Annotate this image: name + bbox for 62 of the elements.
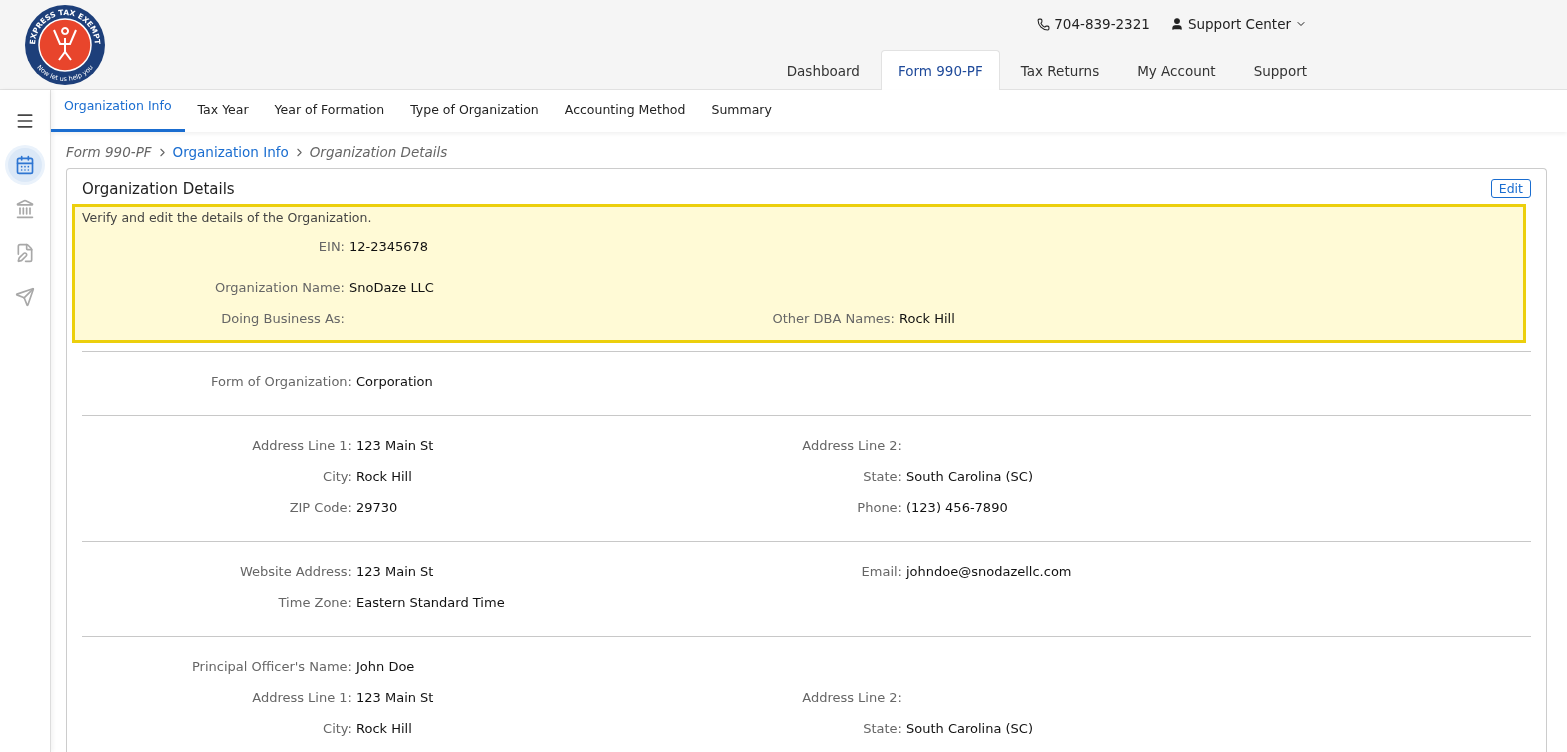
breadcrumb-item: Organization Details <box>309 144 448 160</box>
sidebar-button[interactable] <box>8 148 42 182</box>
field-value: SnoDaze LLC <box>349 280 434 295</box>
field-label: Doing Business As: <box>221 311 345 326</box>
instruction-text: Verify and edit the details of the Organization. <box>82 210 373 225</box>
edit-document-icon <box>15 243 35 263</box>
phone-icon <box>1037 17 1051 31</box>
sub-tab[interactable]: Tax Year <box>184 90 262 132</box>
field-value: Eastern Standard Time <box>356 595 505 610</box>
field-label: Principal Officer's Name: <box>191 659 352 674</box>
sub-tab[interactable]: Accounting Method <box>551 90 699 132</box>
field-value: Rock Hill <box>356 721 412 736</box>
field-value: John Doe <box>356 659 415 674</box>
field-value: 12-2345678 <box>349 239 429 254</box>
support-center-menu[interactable]: Support Center <box>1169 16 1307 32</box>
field-label: Email: <box>861 564 902 579</box>
field-value: Rock Hill <box>899 311 955 326</box>
field-value: Corporation <box>356 374 433 389</box>
field-value: South Carolina (SC) <box>906 721 1033 736</box>
menu-icon <box>15 111 35 131</box>
sub-tab[interactable]: Organization Info <box>51 90 185 132</box>
calendar-icon <box>15 155 35 175</box>
field-value: (123) 456-7890 <box>906 500 1008 515</box>
breadcrumb-link[interactable]: Organization Info <box>172 144 289 160</box>
nav-tab[interactable]: Dashboard <box>769 50 877 90</box>
user-icon <box>1169 17 1184 31</box>
field-label: ZIP Code: <box>289 500 352 515</box>
field-label: Other DBA Names: <box>772 311 895 326</box>
field-value: johndoe@snodazellc.com <box>906 564 1072 579</box>
phone-number[interactable]: 704-839-2321 <box>1037 16 1150 32</box>
field-label: Form of Organization: <box>210 374 352 389</box>
sub-tab[interactable]: Type of Organization <box>397 90 552 132</box>
field-value: 123 Main St <box>356 438 434 453</box>
edit-button[interactable]: Edit <box>1490 179 1531 198</box>
sub-tab[interactable]: Summary <box>698 90 785 132</box>
field-label: City: <box>323 721 352 736</box>
field-value: Rock Hill <box>356 469 412 484</box>
field-label: EIN: <box>318 239 345 254</box>
field-label: Time Zone: <box>278 595 352 610</box>
bank-icon <box>15 199 35 219</box>
field-label: Address Line 2: <box>802 690 902 705</box>
field-label: Organization Name: <box>215 280 345 295</box>
field-label: Website Address: <box>239 564 352 579</box>
field-value: 123 Main St <box>356 564 434 579</box>
field-label: Address Line 1: <box>252 438 352 453</box>
field-label: City: <box>323 469 352 484</box>
nav-tab[interactable]: Support <box>1236 50 1324 90</box>
field-value: 29730 <box>356 500 398 515</box>
field-value: 123 Main St <box>356 690 434 705</box>
card-title: Organization Details <box>82 179 235 198</box>
field-label: Phone: <box>857 500 902 515</box>
nav-tab[interactable]: My Account <box>1120 50 1233 90</box>
paper-plane-icon <box>15 287 35 307</box>
sub-tab[interactable]: Year of Formation <box>261 90 398 132</box>
field-label: State: <box>863 469 902 484</box>
field-label: State: <box>863 721 902 736</box>
field-label: Address Line 2: <box>802 438 902 453</box>
breadcrumb-item: Form 990-PF <box>66 144 152 160</box>
nav-tab[interactable]: Tax Returns <box>1003 50 1117 90</box>
field-value: South Carolina (SC) <box>906 469 1033 484</box>
nav-tab[interactable]: Form 990-PF <box>880 50 1000 90</box>
field-label: Address Line 1: <box>252 690 352 705</box>
